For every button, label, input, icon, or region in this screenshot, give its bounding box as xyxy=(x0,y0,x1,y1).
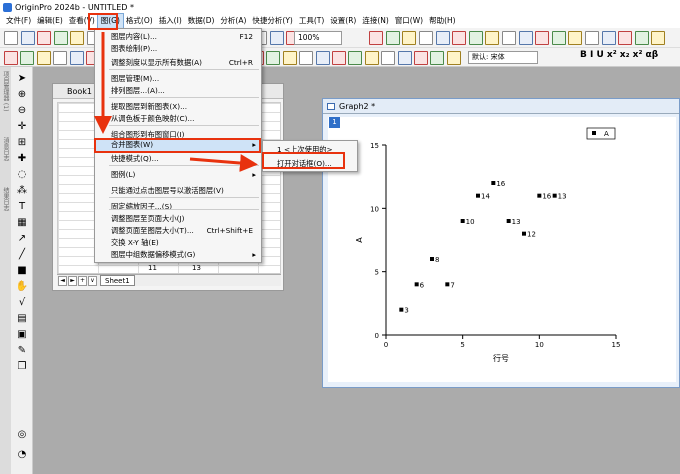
arrow-right xyxy=(189,154,258,173)
annotation-arrows xyxy=(94,32,258,173)
